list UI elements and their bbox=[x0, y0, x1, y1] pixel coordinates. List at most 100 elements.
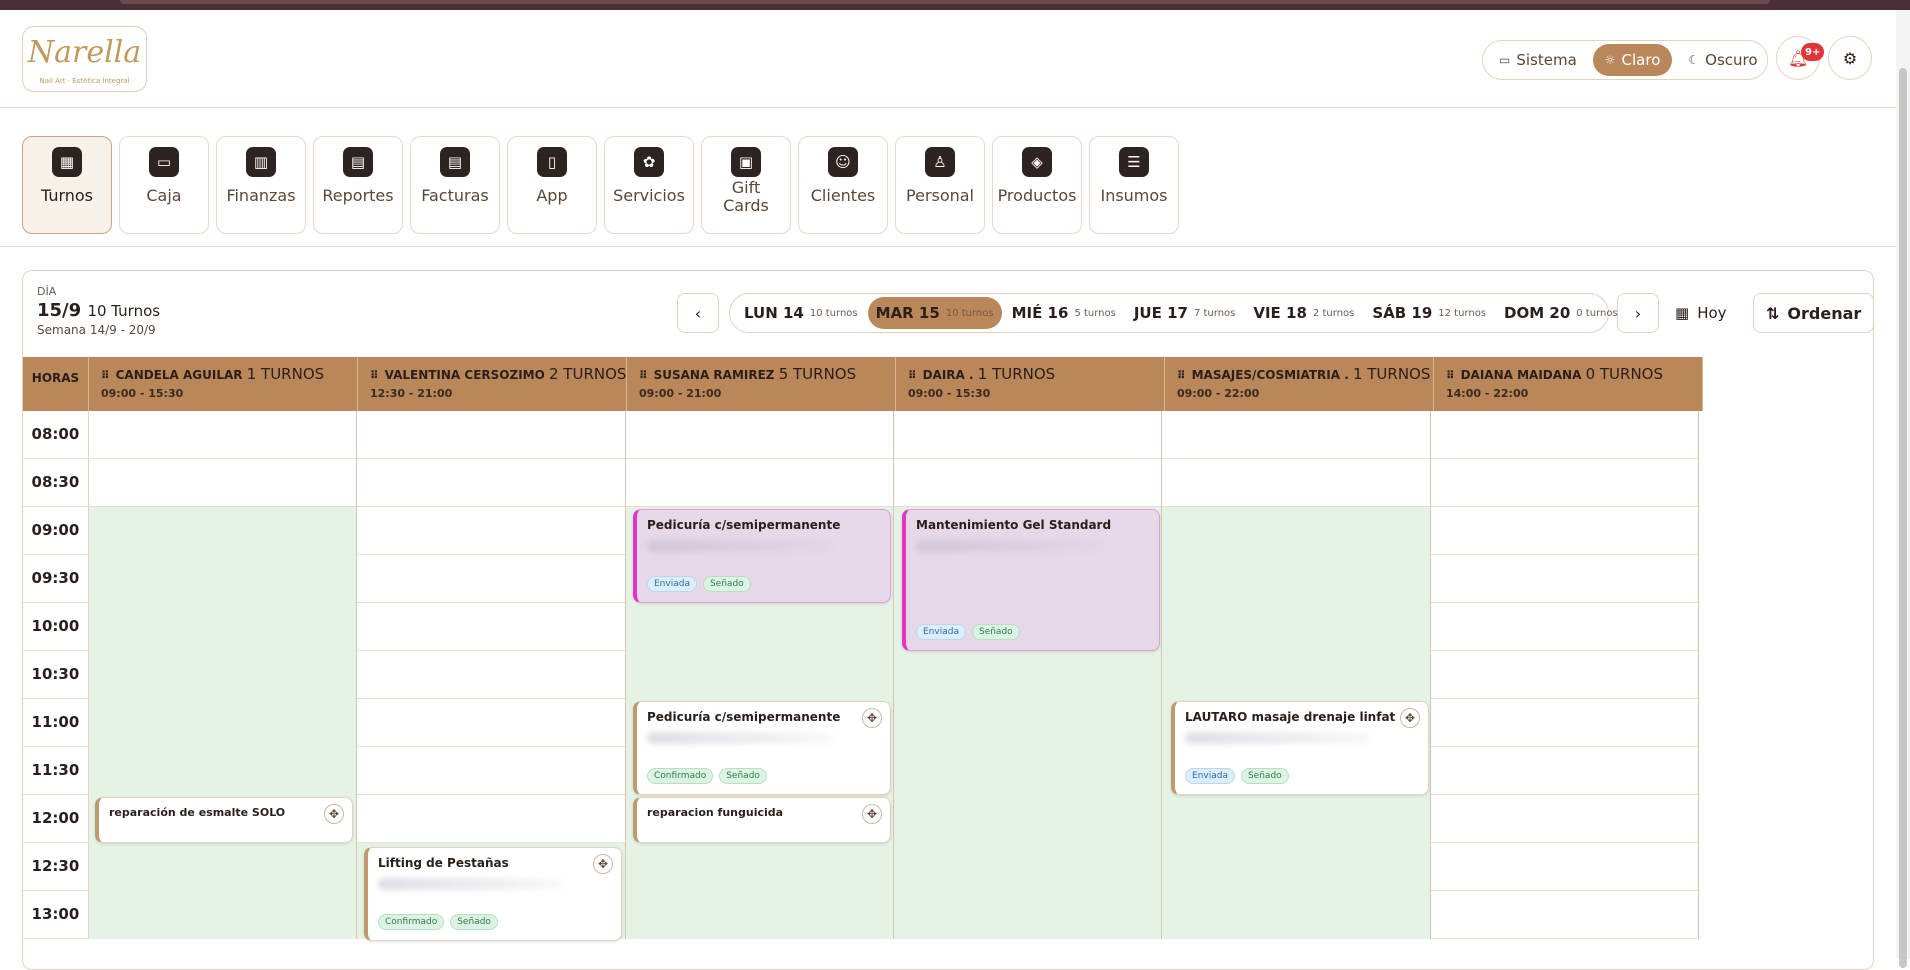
module-productos[interactable]: ◈ Productos bbox=[992, 136, 1082, 234]
order-button[interactable]: ⇅ Ordenar bbox=[1753, 293, 1873, 333]
time-slot[interactable] bbox=[893, 891, 1163, 939]
drag-handle-icon[interactable]: ⠿ bbox=[101, 369, 110, 382]
time-slot[interactable] bbox=[1431, 603, 1699, 651]
drag-handle-icon[interactable]: ⠿ bbox=[639, 369, 648, 382]
module-servicios[interactable]: ✿ Servicios bbox=[604, 136, 694, 234]
move-icon[interactable]: ✥ bbox=[324, 804, 344, 824]
day-tab-vie[interactable]: VIE 18 2 turnos bbox=[1245, 297, 1362, 329]
appointment-card[interactable]: reparacion funguicida ✥ bbox=[633, 797, 891, 843]
drag-handle-icon[interactable]: ⠿ bbox=[1177, 369, 1186, 382]
today-button[interactable]: ▦ Hoy bbox=[1675, 295, 1727, 331]
time-slot[interactable] bbox=[88, 843, 358, 891]
time-slot[interactable] bbox=[357, 651, 626, 699]
time-slot[interactable] bbox=[89, 459, 358, 507]
staff-column-header[interactable]: ⠿ VALENTINA CERSOZIMO 2 TURNOS 12:30 - 21:… bbox=[358, 357, 627, 411]
time-slot[interactable] bbox=[1162, 651, 1431, 699]
time-slot[interactable] bbox=[88, 747, 358, 795]
day-tab-mar[interactable]: MAR 15 10 turnos bbox=[867, 297, 1002, 329]
time-slot[interactable] bbox=[1431, 411, 1699, 459]
time-slot[interactable] bbox=[626, 411, 894, 459]
time-slot[interactable] bbox=[893, 747, 1163, 795]
page-scrollbar[interactable] bbox=[1896, 10, 1910, 968]
time-slot[interactable] bbox=[1431, 699, 1699, 747]
move-icon[interactable]: ✥ bbox=[593, 854, 613, 874]
time-slot[interactable] bbox=[357, 603, 626, 651]
theme-option-sistema[interactable]: ▭ Sistema bbox=[1487, 44, 1589, 76]
time-slot[interactable] bbox=[88, 555, 358, 603]
time-slot[interactable] bbox=[1431, 507, 1699, 555]
time-slot[interactable] bbox=[88, 651, 358, 699]
time-slot[interactable] bbox=[1162, 891, 1431, 939]
move-icon[interactable]: ✥ bbox=[862, 708, 882, 728]
module-turnos[interactable]: ▦ Turnos bbox=[22, 136, 112, 234]
theme-option-oscuro[interactable]: ☾ Oscuro bbox=[1676, 44, 1769, 76]
day-tab-jue[interactable]: JUE 17 7 turnos bbox=[1126, 297, 1244, 329]
time-slot[interactable] bbox=[1431, 795, 1699, 843]
time-slot[interactable] bbox=[625, 891, 894, 939]
time-slot[interactable] bbox=[88, 699, 358, 747]
module-clientes[interactable]: ☺ Clientes bbox=[798, 136, 888, 234]
staff-column-header[interactable]: ⠿ CANDELA AGUILAR 1 TURNOS 09:00 - 15:30 bbox=[89, 357, 358, 411]
time-slot[interactable] bbox=[88, 603, 358, 651]
time-slot[interactable] bbox=[625, 651, 894, 699]
appointment-card[interactable]: Pedicuría c/semipermanente Enviada Señado bbox=[633, 509, 891, 603]
appointment-card[interactable]: reparación de esmalte SOLO ✥ bbox=[95, 797, 353, 843]
appointment-card[interactable]: Mantenimiento Gel Standard Enviada Señado bbox=[902, 509, 1160, 651]
day-tab-dom[interactable]: DOM 20 0 turnos bbox=[1496, 297, 1626, 329]
module-caja[interactable]: ▭ Caja bbox=[119, 136, 209, 234]
time-slot[interactable] bbox=[1431, 891, 1699, 939]
time-slot[interactable] bbox=[625, 843, 894, 891]
time-slot[interactable] bbox=[893, 699, 1163, 747]
appointment-card[interactable]: Pedicuría c/semipermanente ✥ Confirmado S… bbox=[633, 701, 891, 795]
appointment-card[interactable]: LAUTARO masaje drenaje linfatico ... ✥ E… bbox=[1171, 701, 1429, 795]
time-slot[interactable] bbox=[357, 747, 626, 795]
time-slot[interactable] bbox=[1431, 651, 1699, 699]
time-slot[interactable] bbox=[357, 555, 626, 603]
time-slot[interactable] bbox=[357, 411, 626, 459]
time-slot[interactable] bbox=[1162, 603, 1431, 651]
module-finanzas[interactable]: ▥ Finanzas bbox=[216, 136, 306, 234]
settings-button[interactable]: ⚙ bbox=[1828, 36, 1872, 80]
staff-column-header[interactable]: ⠿ SUSANA RAMIREZ 5 TURNOS 09:00 - 21:00 bbox=[627, 357, 896, 411]
brand-logo[interactable]: Narella Nail Art · Estética Integral bbox=[22, 26, 147, 92]
time-slot[interactable] bbox=[1431, 555, 1699, 603]
staff-column-header[interactable]: ⠿ MASAJES/COSMIATRIA . 1 TURNOS 09:00 - 22… bbox=[1165, 357, 1434, 411]
scrollbar-thumb[interactable] bbox=[1899, 68, 1907, 968]
time-slot[interactable] bbox=[357, 795, 626, 843]
theme-option-claro[interactable]: ☼ Claro bbox=[1592, 44, 1673, 76]
time-slot[interactable] bbox=[626, 459, 894, 507]
module-app[interactable]: ▯ App bbox=[507, 136, 597, 234]
time-slot[interactable] bbox=[357, 507, 626, 555]
module-gift-cards[interactable]: ▣ Gift Cards bbox=[701, 136, 791, 234]
appointment-card[interactable]: Lifting de Pestañas ✥ Confirmado Señado bbox=[364, 847, 622, 941]
time-slot[interactable] bbox=[1431, 843, 1699, 891]
move-icon[interactable]: ✥ bbox=[1400, 708, 1420, 728]
time-slot[interactable] bbox=[893, 843, 1163, 891]
time-slot[interactable] bbox=[357, 459, 626, 507]
time-slot[interactable] bbox=[1162, 459, 1431, 507]
drag-handle-icon[interactable]: ⠿ bbox=[370, 369, 379, 382]
time-slot[interactable] bbox=[625, 603, 894, 651]
time-slot[interactable] bbox=[1162, 507, 1431, 555]
time-slot[interactable] bbox=[1162, 843, 1431, 891]
day-tab-mie[interactable]: MIÉ 16 5 turnos bbox=[1004, 297, 1124, 329]
time-slot[interactable] bbox=[1431, 459, 1699, 507]
staff-column-header[interactable]: ⠿ DAIANA MAIDANA 0 TURNOS 14:00 - 22:00 bbox=[1434, 357, 1703, 411]
time-slot[interactable] bbox=[894, 411, 1163, 459]
time-slot[interactable] bbox=[1431, 747, 1699, 795]
time-slot[interactable] bbox=[357, 699, 626, 747]
time-slot[interactable] bbox=[89, 411, 358, 459]
module-personal[interactable]: ♙ Personal bbox=[895, 136, 985, 234]
time-slot[interactable] bbox=[88, 891, 358, 939]
drag-handle-icon[interactable]: ⠿ bbox=[1446, 369, 1455, 382]
module-facturas[interactable]: ▤ Facturas bbox=[410, 136, 500, 234]
time-slot[interactable] bbox=[893, 795, 1163, 843]
module-insumos[interactable]: ☰ Insumos bbox=[1089, 136, 1179, 234]
next-week-button[interactable]: › bbox=[1617, 293, 1659, 333]
time-slot[interactable] bbox=[1162, 555, 1431, 603]
staff-column-header[interactable]: ⠿ DAIRA . 1 TURNOS 09:00 - 15:30 bbox=[896, 357, 1165, 411]
move-icon[interactable]: ✥ bbox=[862, 804, 882, 824]
time-slot[interactable] bbox=[88, 507, 358, 555]
module-reportes[interactable]: ▤ Reportes bbox=[313, 136, 403, 234]
time-slot[interactable] bbox=[893, 651, 1163, 699]
